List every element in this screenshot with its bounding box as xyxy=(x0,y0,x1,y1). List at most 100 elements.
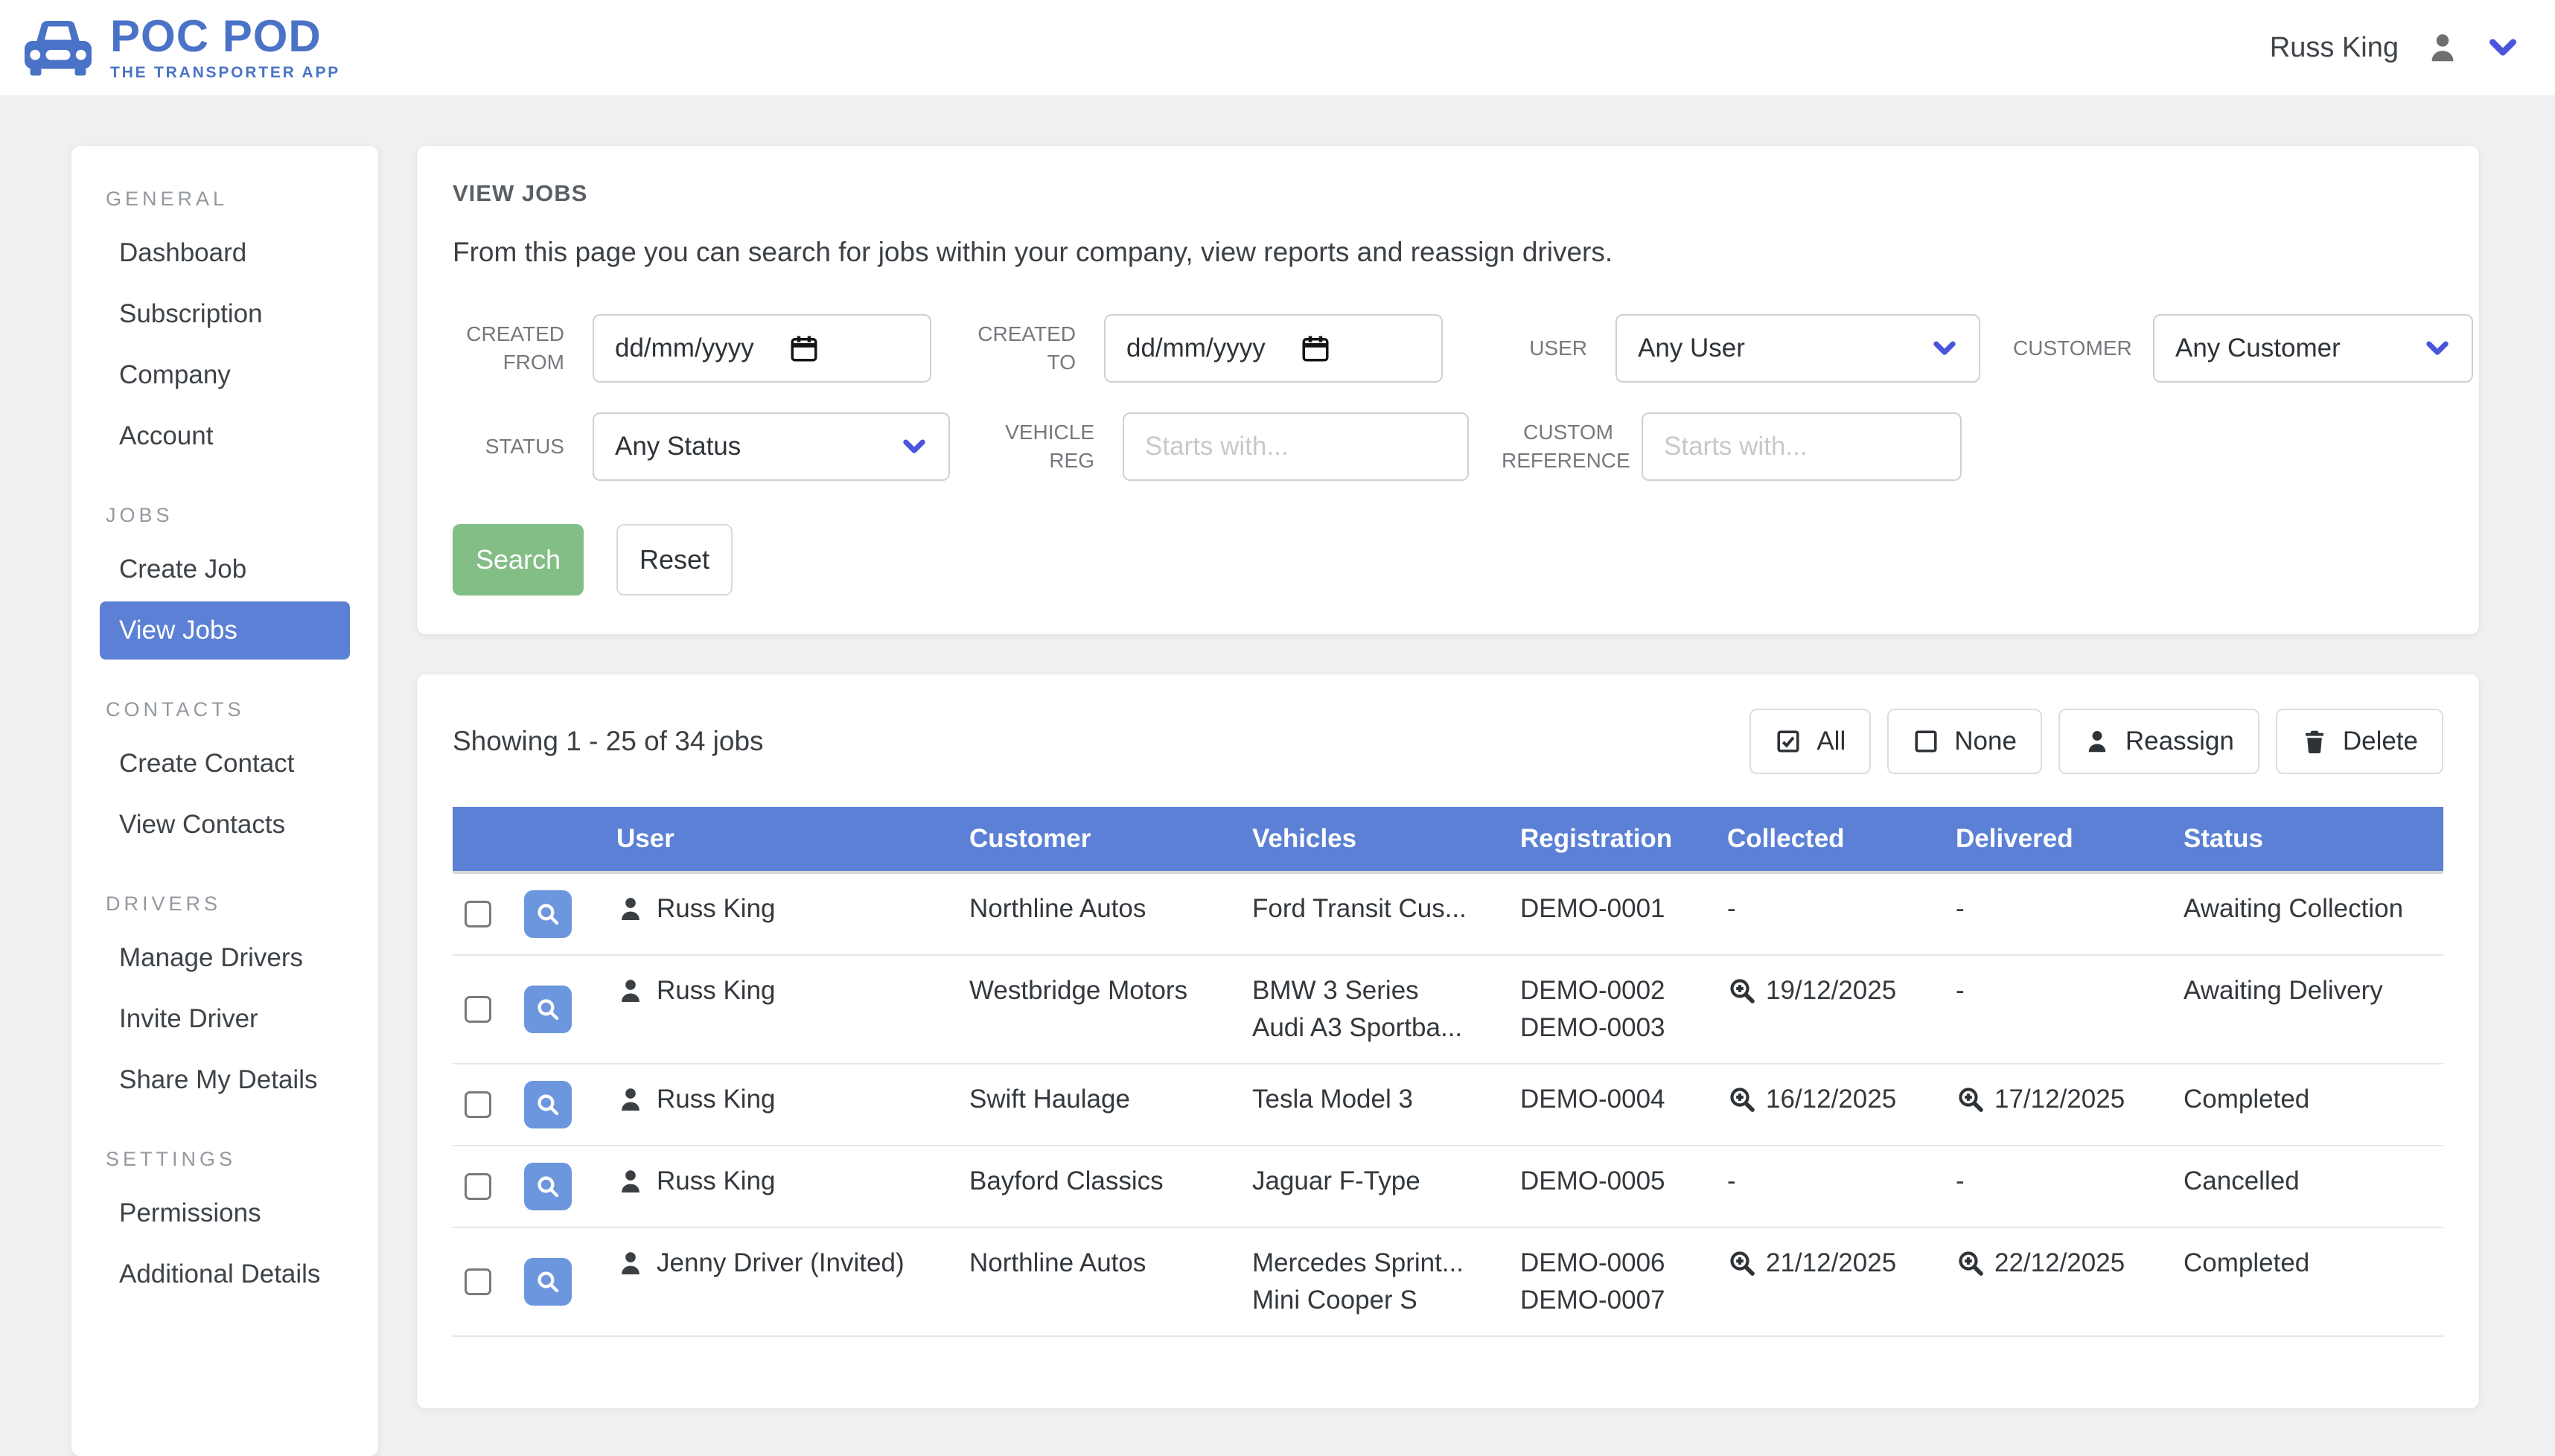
delivered-cell: - xyxy=(1945,1163,2173,1200)
view-report-icon[interactable] xyxy=(1727,1248,1757,1278)
select-none-label: None xyxy=(1954,727,2017,756)
sidebar-item-invite-driver[interactable]: Invite Driver xyxy=(100,990,350,1048)
search-button[interactable]: Search xyxy=(453,524,584,596)
user-select[interactable]: Any User xyxy=(1615,314,1980,383)
vehicle-reg-label: VEHICLE REG xyxy=(983,418,1094,475)
chevron-down-icon xyxy=(901,433,928,460)
status-cell: Completed xyxy=(2173,1081,2443,1118)
view-report-icon[interactable] xyxy=(1956,1248,1985,1278)
sidebar-item-create-contact[interactable]: Create Contact xyxy=(100,735,350,793)
vehicles-cell: BMW 3 SeriesAudi A3 Sportba... xyxy=(1242,972,1510,1047)
status-select-value: Any Status xyxy=(615,432,741,462)
sidebar-item-account[interactable]: Account xyxy=(100,407,350,465)
reassign-button[interactable]: Reassign xyxy=(2058,709,2259,774)
row-checkbox[interactable] xyxy=(465,996,491,1023)
vehicles-cell: Mercedes Sprint...Mini Cooper S xyxy=(1242,1245,1510,1319)
view-job-button[interactable] xyxy=(524,1163,572,1210)
row-checkbox[interactable] xyxy=(465,901,491,927)
sidebar-item-permissions[interactable]: Permissions xyxy=(100,1184,350,1242)
vehicle-line: Ford Transit Cus... xyxy=(1252,890,1510,927)
view-report-icon[interactable] xyxy=(1727,976,1757,1006)
user-menu[interactable]: Russ King xyxy=(2270,31,2519,65)
sidebar-item-dashboard[interactable]: Dashboard xyxy=(100,224,350,282)
filters-panel: VIEW JOBS From this page you can search … xyxy=(417,146,2479,634)
vehicle-line: Tesla Model 3 xyxy=(1252,1081,1510,1118)
vehicle-reg-input[interactable] xyxy=(1123,412,1469,481)
person-icon xyxy=(616,1249,645,1277)
delivered-cell[interactable]: 17/12/2025 xyxy=(1945,1081,2173,1118)
sidebar-item-subscription[interactable]: Subscription xyxy=(100,285,350,343)
person-icon xyxy=(616,1167,645,1195)
user-filter-label: USER xyxy=(1476,334,1587,363)
app-logo[interactable]: POC POD THE TRANSPORTER APP xyxy=(22,14,340,82)
view-job-button[interactable] xyxy=(524,890,572,938)
delivered-cell: - xyxy=(1945,972,2173,1009)
vehicles-cell: Tesla Model 3 xyxy=(1242,1081,1510,1118)
view-job-button[interactable] xyxy=(524,1081,572,1128)
logo-subtitle: THE TRANSPORTER APP xyxy=(110,64,340,82)
sidebar: GENERALDashboardSubscriptionCompanyAccou… xyxy=(71,146,378,1456)
select-none-button[interactable]: None xyxy=(1887,709,2042,774)
filter-actions: Search Reset xyxy=(453,524,2443,596)
view-report-icon[interactable] xyxy=(1727,1085,1757,1114)
select-all-button[interactable]: All xyxy=(1749,709,1871,774)
registration-line: DEMO-0003 xyxy=(1520,1009,1717,1047)
jobs-panel: Showing 1 - 25 of 34 jobs All None Reass… xyxy=(417,674,2479,1408)
chevron-down-icon[interactable] xyxy=(2487,31,2519,64)
sidebar-item-view-contacts[interactable]: View Contacts xyxy=(100,796,350,854)
page-title: VIEW JOBS xyxy=(453,180,2443,207)
chevron-down-icon xyxy=(2424,335,2451,362)
reset-button[interactable]: Reset xyxy=(616,524,733,596)
jobs-table: UserCustomerVehiclesRegistrationCollecte… xyxy=(453,807,2443,1337)
row-checkbox[interactable] xyxy=(465,1091,491,1118)
status-cell: Completed xyxy=(2173,1245,2443,1282)
registration-cell: DEMO-0001 xyxy=(1510,890,1717,927)
row-checkbox[interactable] xyxy=(465,1173,491,1200)
created-from-input[interactable]: dd/mm/yyyy xyxy=(593,314,931,383)
column-header-vehicles: Vehicles xyxy=(1242,824,1510,854)
row-checkbox[interactable] xyxy=(465,1268,491,1295)
created-to-value: dd/mm/yyyy xyxy=(1126,333,1266,363)
sidebar-section-drivers: DRIVERS xyxy=(106,893,350,916)
collected-cell[interactable]: 19/12/2025 xyxy=(1717,972,1945,1009)
person-icon xyxy=(616,895,645,923)
calendar-icon[interactable] xyxy=(788,333,820,364)
view-report-icon[interactable] xyxy=(1956,1085,1985,1114)
sidebar-item-create-job[interactable]: Create Job xyxy=(100,540,350,598)
sidebar-item-manage-drivers[interactable]: Manage Drivers xyxy=(100,929,350,987)
collected-value: 16/12/2025 xyxy=(1766,1081,1896,1118)
magnifier-icon xyxy=(535,1173,561,1200)
collected-cell[interactable]: 21/12/2025 xyxy=(1717,1245,1945,1282)
delete-button[interactable]: Delete xyxy=(2276,709,2443,774)
sidebar-item-company[interactable]: Company xyxy=(100,346,350,404)
delivered-cell: - xyxy=(1945,890,2173,927)
table-row: Russ KingNorthline AutosFord Transit Cus… xyxy=(453,874,2443,956)
results-summary: Showing 1 - 25 of 34 jobs xyxy=(453,726,764,757)
reassign-label: Reassign xyxy=(2125,727,2234,756)
vehicle-line: Audi A3 Sportba... xyxy=(1252,1009,1510,1047)
sidebar-item-view-jobs[interactable]: View Jobs xyxy=(100,601,350,660)
vehicles-cell: Ford Transit Cus... xyxy=(1242,890,1510,927)
delivered-value: 17/12/2025 xyxy=(1994,1081,2125,1118)
calendar-icon[interactable] xyxy=(1300,333,1331,364)
view-job-button[interactable] xyxy=(524,1258,572,1306)
customer-select[interactable]: Any Customer xyxy=(2153,314,2473,383)
sidebar-item-additional-details[interactable]: Additional Details xyxy=(100,1245,350,1303)
delivered-value: - xyxy=(1956,1163,1965,1200)
user-value: Russ King xyxy=(657,890,776,927)
custom-reference-input[interactable] xyxy=(1642,412,1962,481)
trash-icon xyxy=(2301,728,2328,755)
registration-line: DEMO-0007 xyxy=(1520,1282,1717,1319)
magnifier-icon xyxy=(535,996,561,1023)
delivered-cell[interactable]: 22/12/2025 xyxy=(1945,1245,2173,1282)
user-value: Russ King xyxy=(657,1081,776,1118)
collected-cell[interactable]: 16/12/2025 xyxy=(1717,1081,1945,1118)
magnifier-icon xyxy=(535,901,561,927)
created-to-input[interactable]: dd/mm/yyyy xyxy=(1104,314,1443,383)
vehicle-line: Mercedes Sprint... xyxy=(1252,1245,1510,1282)
table-header-row: UserCustomerVehiclesRegistrationCollecte… xyxy=(453,807,2443,874)
view-job-button[interactable] xyxy=(524,986,572,1033)
status-cell: Awaiting Collection xyxy=(2173,890,2443,927)
sidebar-item-share-my-details[interactable]: Share My Details xyxy=(100,1051,350,1109)
status-select[interactable]: Any Status xyxy=(593,412,950,481)
